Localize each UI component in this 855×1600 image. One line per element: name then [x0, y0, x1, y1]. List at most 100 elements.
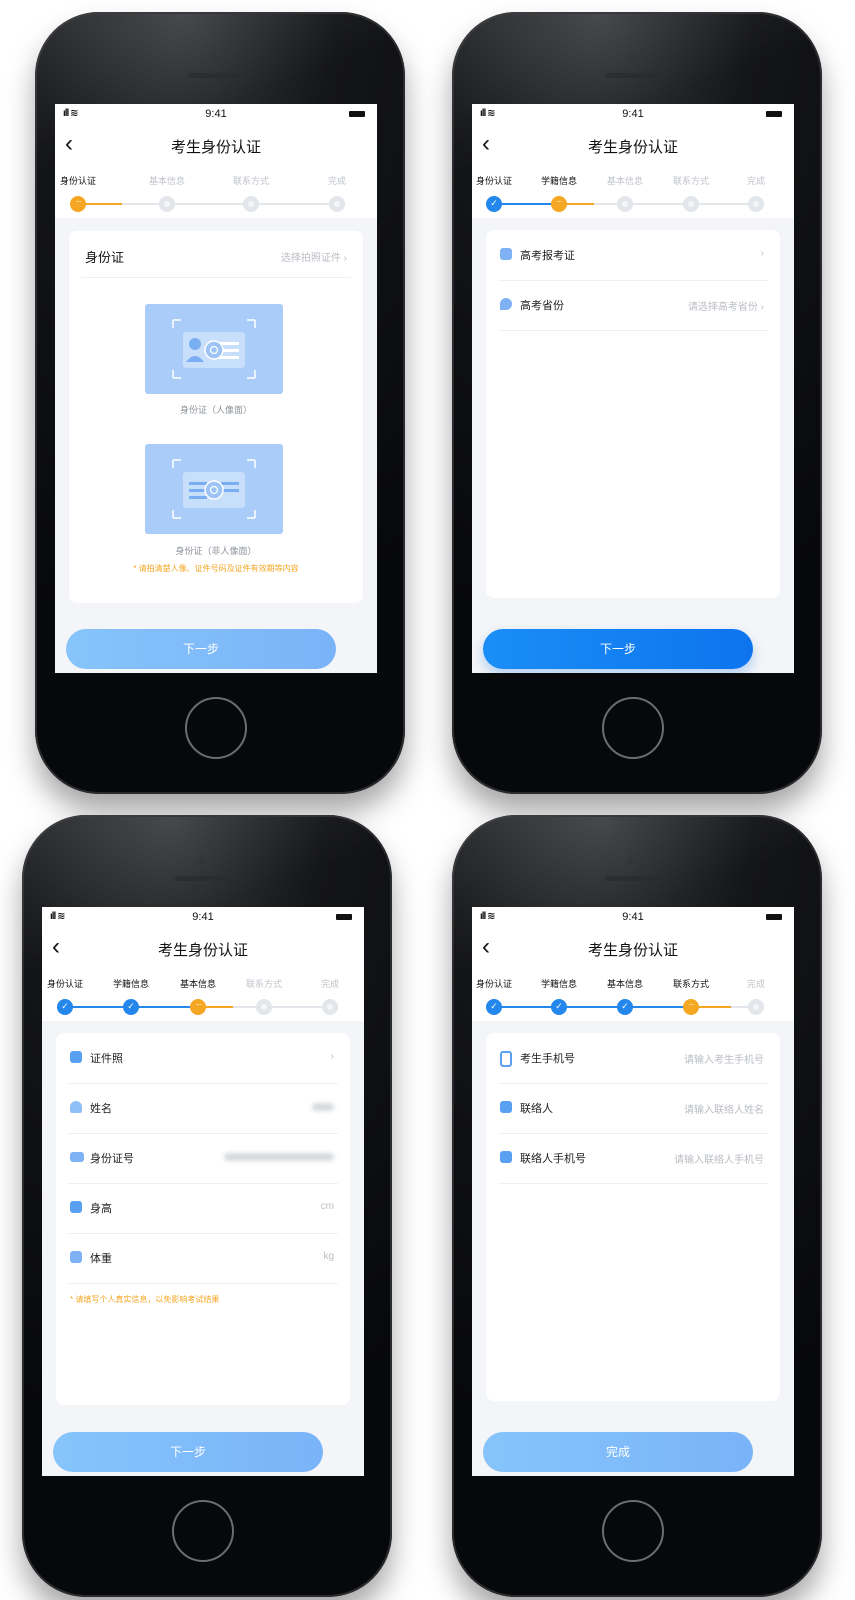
- page-title: 考生身份认证: [157, 942, 248, 959]
- id-card-icon: [70, 1152, 84, 1162]
- step-dot-pending: [329, 196, 345, 212]
- step-dot-pending: [683, 196, 699, 212]
- redacted-id-number: [224, 1153, 334, 1161]
- step-connector: [494, 203, 559, 205]
- id-front-upload[interactable]: [145, 304, 283, 394]
- user-icon: [70, 1101, 82, 1113]
- weight-field[interactable]: kg: [323, 1251, 334, 1262]
- step-connector: [494, 1006, 691, 1008]
- contact-name-row[interactable]: 联络人 请输入联络人姓名: [498, 1083, 768, 1134]
- next-button[interactable]: 下一步: [53, 1432, 323, 1472]
- id-back-upload[interactable]: [145, 444, 283, 534]
- page-title: 考生身份认证: [170, 139, 261, 156]
- weight-row[interactable]: 体重 kg: [68, 1233, 338, 1284]
- step-label-identity: 身份认证: [475, 176, 513, 186]
- province-select[interactable]: 请选择高考省份 ›: [688, 298, 764, 313]
- stepper: 身份认证 学籍信息 基本信息 联系方式 完成: [472, 166, 794, 218]
- photo-row[interactable]: 证件照 ›: [68, 1033, 338, 1084]
- status-bar: ıll ≋ 9:41: [55, 104, 377, 124]
- step-label-done: 完成: [746, 979, 766, 989]
- height-field[interactable]: cm: [321, 1201, 334, 1212]
- step-label-school: 学籍信息: [540, 979, 578, 989]
- next-button[interactable]: 下一步: [483, 629, 753, 669]
- page-title: 考生身份认证: [587, 139, 678, 156]
- step-connector: [122, 203, 337, 205]
- earpiece: [605, 73, 657, 78]
- step-label-done: 完成: [320, 979, 340, 989]
- step-dot-done: [57, 999, 73, 1015]
- front-camera: [628, 857, 635, 864]
- step-dot-pending: [256, 999, 272, 1015]
- name-row[interactable]: 姓名: [68, 1083, 338, 1134]
- step-dot-done: [617, 999, 633, 1015]
- height-row[interactable]: 身高 cm: [68, 1183, 338, 1234]
- row-label: 考生手机号: [520, 1053, 575, 1065]
- step-label-basic: 基本信息: [606, 979, 644, 989]
- student-phone-row[interactable]: 考生手机号 请输入考生手机号: [498, 1033, 768, 1084]
- id-type-label: 身份证: [85, 250, 125, 265]
- earpiece: [175, 876, 227, 881]
- step-dot-current: [683, 999, 699, 1015]
- status-time: 9:41: [205, 108, 227, 120]
- next-button[interactable]: 下一步: [66, 629, 336, 669]
- screen-contact: ıll ≋ 9:41 ‹ 考生身份认证 身份认证 学籍信息 基本信息 联系方式 …: [472, 907, 794, 1476]
- front-camera: [198, 857, 205, 864]
- id-front-caption: 身份证（人像面）: [179, 405, 252, 415]
- phone-mockup-1: ıll ≋ 9:41 ‹ 考生身份认证 身份认证 基本信息 联系方式 完成 身份…: [35, 12, 405, 794]
- height-icon: [70, 1201, 82, 1213]
- page-title: 考生身份认证: [587, 942, 678, 959]
- phone-icon: [500, 1051, 512, 1067]
- stepper: 身份认证 学籍信息 基本信息 联系方式 完成: [42, 969, 364, 1021]
- step-label-contact: 联系方式: [672, 979, 710, 989]
- status-bar: ıll ≋ 9:41: [42, 907, 364, 927]
- row-label: 身份证号: [90, 1153, 134, 1165]
- contact-phone-input[interactable]: 请输入联络人手机号: [674, 1151, 764, 1166]
- step-dot-current: [190, 999, 206, 1015]
- step-dot-done: [486, 999, 502, 1015]
- step-label-identity: 身份认证: [475, 979, 513, 989]
- step-label-done: 完成: [746, 176, 766, 186]
- finish-button[interactable]: 完成: [483, 1432, 753, 1472]
- student-phone-input[interactable]: 请输入考生手机号: [684, 1051, 764, 1066]
- row-label: 联络人: [520, 1103, 553, 1115]
- contact-phone-row[interactable]: 联络人手机号 请输入联络人手机号: [498, 1133, 768, 1184]
- phone-mockup-3: ıll ≋ 9:41 ‹ 考生身份认证 身份认证 学籍信息 基本信息 联系方式 …: [22, 815, 392, 1597]
- home-button: [185, 697, 247, 759]
- screen-identity: ıll ≋ 9:41 ‹ 考生身份认证 身份认证 基本信息 联系方式 完成 身份…: [55, 104, 377, 673]
- earpiece: [605, 876, 657, 881]
- step-label-basic: 基本信息: [148, 176, 186, 186]
- id-card-icon: [500, 248, 512, 260]
- battery-icon: [766, 914, 782, 920]
- redacted-name: [312, 1103, 334, 1111]
- home-button: [172, 1500, 234, 1562]
- step-label-identity: 身份认证: [59, 176, 97, 186]
- id-type-select[interactable]: 选择拍照证件 ›: [281, 249, 347, 264]
- status-time: 9:41: [192, 911, 214, 923]
- row-label: 体重: [90, 1253, 112, 1265]
- contact-name-input[interactable]: 请输入联络人姓名: [684, 1101, 764, 1116]
- battery-icon: [349, 111, 365, 117]
- warning-text: * 请拍清楚人像、证件号码及证件有效期等内容: [133, 564, 299, 573]
- screen-basic-info: ıll ≋ 9:41 ‹ 考生身份认证 身份认证 学籍信息 基本信息 联系方式 …: [42, 907, 364, 1476]
- step-dot-pending: [243, 196, 259, 212]
- step-dot-done: [486, 196, 502, 212]
- front-camera: [628, 54, 635, 61]
- stepper: 身份认证 基本信息 联系方式 完成: [55, 166, 377, 218]
- exam-province-row[interactable]: 高考省份 请选择高考省份 ›: [498, 280, 768, 331]
- call-icon: [500, 1151, 512, 1163]
- screen-school-record: ıll ≋ 9:41 ‹ 考生身份认证 身份认证 学籍信息 基本信息 联系方式 …: [472, 104, 794, 673]
- id-number-row[interactable]: 身份证号: [68, 1133, 338, 1184]
- exam-admission-row[interactable]: 高考报考证 ›: [498, 230, 768, 281]
- id-card-panel: 身份证 选择拍照证件 › 身份证（人像面） 身份证（非人像面） * 请拍清楚人像…: [69, 231, 363, 603]
- step-label-contact: 联系方式: [232, 176, 270, 186]
- warning-text: * 请填写个人真实信息，以免影响考试结果: [70, 1295, 220, 1304]
- school-record-panel: 高考报考证 › 高考省份 请选择高考省份 ›: [486, 230, 780, 598]
- status-time: 9:41: [622, 108, 644, 120]
- step-label-school: 学籍信息: [112, 979, 150, 989]
- phone-mockup-4: ıll ≋ 9:41 ‹ 考生身份认证 身份认证 学籍信息 基本信息 联系方式 …: [452, 815, 822, 1597]
- row-label: 高考省份: [520, 300, 564, 312]
- id-type-row[interactable]: 身份证 选择拍照证件 ›: [81, 231, 351, 278]
- status-bar: ıll ≋ 9:41: [472, 907, 794, 927]
- phone-mockup-2: ıll ≋ 9:41 ‹ 考生身份认证 身份认证 学籍信息 基本信息 联系方式 …: [452, 12, 822, 794]
- row-label: 联络人手机号: [520, 1153, 586, 1165]
